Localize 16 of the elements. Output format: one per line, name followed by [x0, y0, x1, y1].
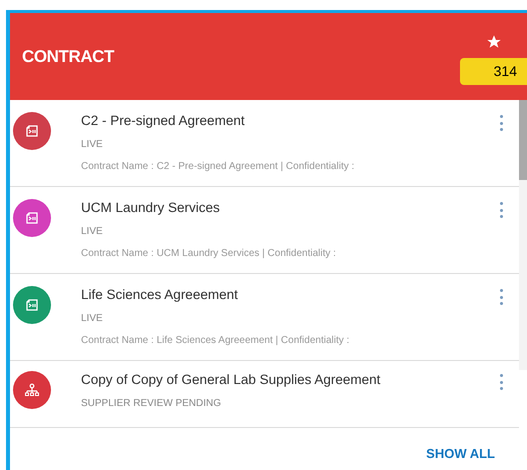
item-title[interactable]: Copy of Copy of General Lab Supplies Agreement	[81, 371, 497, 389]
item-status: LIVE	[81, 225, 104, 239]
item-details: Contract Name : UCM Laundry Services | Confidentiality :	[81, 247, 337, 261]
item-title[interactable]: Life Sciences Agreeement	[81, 286, 497, 304]
item-status: LIVE	[81, 312, 104, 326]
item-details: Contract Name : Life Sciences Agreeement | Confidentiality :	[81, 334, 350, 348]
show-all-link[interactable]: SHOW ALL	[426, 444, 495, 464]
item-details: Contract Name : C2 - Pre-signed Agreement | Confidentiality :	[81, 160, 356, 174]
item-status: SUPPLIER REVIEW PENDING	[81, 397, 222, 411]
item-title[interactable]: C2 - Pre-signed Agreement	[81, 112, 497, 130]
star-icon[interactable]	[486, 34, 502, 50]
scrollbar-thumb[interactable]	[519, 100, 527, 180]
count-badge: 314	[460, 58, 527, 85]
item-title[interactable]: UCM Laundry Services	[81, 199, 497, 217]
item-status: LIVE	[81, 138, 104, 152]
widget-title: CONTRACT	[21, 46, 114, 68]
